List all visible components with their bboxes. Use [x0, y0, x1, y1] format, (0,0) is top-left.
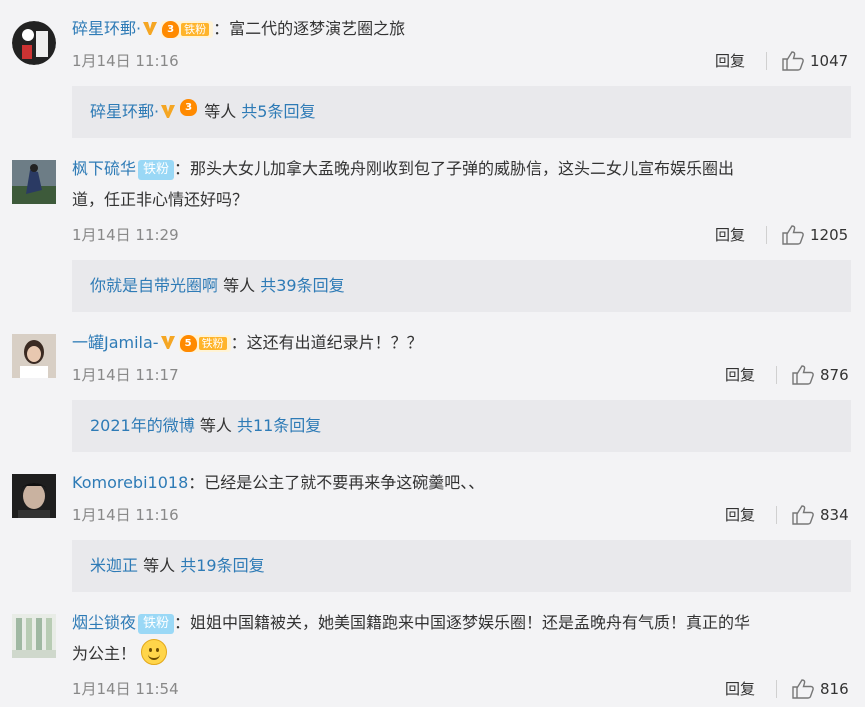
fan-badge: 铁粉: [138, 160, 175, 180]
crown-icon: 5: [179, 335, 197, 352]
comment-text: 姐姐中国籍被关，她美国籍跑来中国逐梦娱乐圈！还是孟晚舟有气质！真正的华: [190, 613, 751, 632]
reply-etc: 等人: [223, 276, 256, 295]
colon: ：: [213, 19, 230, 38]
comment-text-cont: 道，任正非心情还好吗？: [72, 190, 249, 209]
view-replies-link[interactable]: 共11条回复: [237, 416, 321, 435]
username[interactable]: 碎星环郵·: [72, 19, 141, 38]
reply-etc: 等人: [204, 102, 237, 121]
fan-level-label: 铁粉: [198, 337, 227, 350]
fan-level-badge: 3: [179, 99, 199, 116]
like-count: 876: [820, 366, 849, 384]
like-count: 1205: [810, 226, 849, 244]
reply-button[interactable]: 回复: [725, 504, 755, 526]
reply-user[interactable]: 2021年的微博: [90, 416, 195, 435]
thumbs-up-icon: [782, 225, 804, 245]
fan-badge: 铁粉: [138, 614, 175, 634]
reply-etc: 等人: [199, 416, 232, 435]
thumbs-up-icon: [792, 365, 814, 385]
reply-button[interactable]: 回复: [715, 50, 745, 72]
reply-etc: 等人: [143, 556, 176, 575]
comment-text: 富二代的逐梦演艺圈之旅: [229, 19, 406, 38]
divider: [766, 226, 767, 244]
comment-time: 1月14日 11:29: [72, 226, 179, 244]
replies-summary[interactable]: 2021年的微博 等人 共11条回复: [72, 400, 851, 452]
replies-summary[interactable]: 你就是自带光圈啊 等人 共39条回复: [72, 260, 851, 312]
verified-v-icon: [143, 22, 158, 35]
crown-icon: 3: [180, 99, 198, 116]
username[interactable]: 枫下硫华: [72, 159, 136, 178]
like-count: 1047: [810, 52, 849, 70]
reply-button[interactable]: 回复: [715, 224, 745, 246]
replies-summary[interactable]: 米迦正 等人 共19条回复: [72, 540, 851, 592]
verified-v-icon: [161, 105, 176, 118]
fan-level-badge: 3 铁粉: [161, 21, 214, 38]
comment-time: 1月14日 11:16: [72, 52, 179, 70]
username[interactable]: 一罐Jamila-: [72, 333, 159, 352]
reply-button[interactable]: 回复: [725, 364, 755, 386]
like-count: 816: [820, 680, 849, 698]
comment-text: 这还有出道纪录片！？？: [246, 333, 423, 352]
fan-level-label: 铁粉: [181, 23, 210, 36]
colon: ：: [174, 159, 191, 178]
thumbs-up-icon: [792, 505, 814, 525]
divider: [776, 506, 777, 524]
avatar[interactable]: [12, 21, 56, 65]
comment-time: 1月14日 11:54: [72, 680, 179, 698]
colon: ：: [230, 333, 247, 352]
fan-level-badge: 5 铁粉: [178, 335, 231, 352]
reply-user[interactable]: 碎星环郵·: [90, 102, 159, 121]
username[interactable]: 烟尘锁夜: [72, 613, 136, 632]
avatar[interactable]: [12, 474, 56, 518]
avatar[interactable]: [12, 614, 56, 658]
comment-time: 1月14日 11:16: [72, 506, 179, 524]
thumbs-up-icon: [782, 51, 804, 71]
divider: [776, 366, 777, 384]
view-replies-link[interactable]: 共39条回复: [260, 276, 344, 295]
divider: [776, 680, 777, 698]
avatar[interactable]: [12, 160, 56, 204]
smile-emoji-icon: [141, 639, 168, 665]
comment-text: 已经是公主了就不要再来争这碗羹吧、、: [204, 473, 485, 492]
comment-time: 1月14日 11:17: [72, 366, 179, 384]
view-replies-link[interactable]: 共19条回复: [180, 556, 264, 575]
replies-summary[interactable]: 碎星环郵· 3 等人 共5条回复: [72, 86, 851, 138]
like-count: 834: [820, 506, 849, 524]
comment-text-cont: 为公主！: [72, 644, 137, 663]
reply-user[interactable]: 你就是自带光圈啊: [90, 276, 218, 295]
colon: ：: [174, 613, 191, 632]
comment-text: 那头大女儿加拿大孟晚舟刚收到包了子弹的威胁信，这头二女儿宣布娱乐圈出: [190, 159, 735, 178]
colon: ：: [188, 473, 205, 492]
thumbs-up-icon: [792, 679, 814, 699]
username[interactable]: Komorebi1018: [72, 473, 188, 492]
verified-v-icon: [160, 336, 175, 349]
view-replies-link[interactable]: 共5条回复: [241, 102, 315, 121]
avatar[interactable]: [12, 334, 56, 378]
divider: [766, 52, 767, 70]
reply-button[interactable]: 回复: [725, 678, 755, 700]
reply-user[interactable]: 米迦正: [90, 556, 138, 575]
crown-icon: 3: [162, 21, 180, 38]
